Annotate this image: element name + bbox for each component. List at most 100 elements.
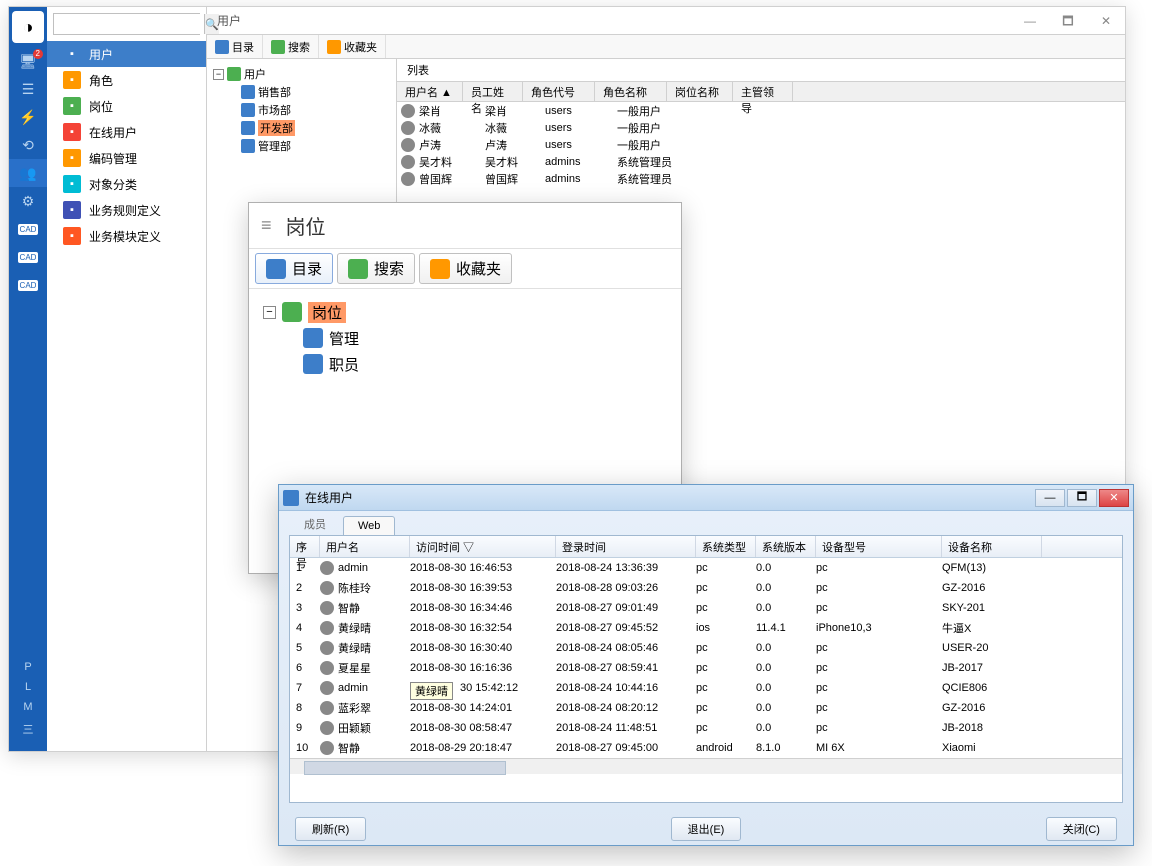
max-button[interactable]: 🗖: [1067, 489, 1097, 507]
icon-bar-gear-icon[interactable]: ⚙: [9, 187, 47, 215]
tree-child-1[interactable]: 市场部: [213, 101, 390, 119]
tree-child-0[interactable]: 销售部: [213, 83, 390, 101]
collapse-icon[interactable]: −: [213, 69, 224, 80]
person-icon: [320, 741, 334, 755]
toolbar-favorites[interactable]: 收藏夹: [319, 35, 386, 58]
online-col-3[interactable]: 登录时间: [556, 536, 696, 557]
list-col-1[interactable]: 员工姓名: [463, 82, 523, 101]
icon-bar-letter-l[interactable]: L: [9, 677, 47, 697]
position-tab-directory[interactable]: 目录: [255, 253, 333, 284]
online-row[interactable]: 9田颖颖2018-08-30 08:58:472018-08-24 11:48:…: [290, 718, 1122, 738]
online-row[interactable]: 7admin黄绿晴30 15:42:122018-08-24 10:44:16p…: [290, 678, 1122, 698]
online-row[interactable]: 2陈桂玲2018-08-30 16:39:532018-08-28 09:03:…: [290, 578, 1122, 598]
person-icon: [401, 121, 415, 135]
list-col-5[interactable]: 主管领导: [733, 82, 793, 101]
icon-bar: ◑ 🖥2 ☰ ⚡ ⟲ 👥 ⚙ CAD CAD CAD P L M 三: [9, 7, 47, 751]
nav-item-2[interactable]: ▪岗位: [47, 93, 206, 119]
online-row[interactable]: 1admin2018-08-30 16:46:532018-08-24 13:3…: [290, 558, 1122, 578]
list-row[interactable]: 冰薇冰薇users一般用户: [397, 119, 1125, 136]
online-col-2[interactable]: 访问时间 ▽: [410, 536, 556, 557]
online-col-5[interactable]: 系统版本: [756, 536, 816, 557]
icon-bar-cad3-icon[interactable]: CAD: [9, 271, 47, 299]
nav-item-1[interactable]: ▪角色: [47, 67, 206, 93]
list-col-4[interactable]: 岗位名称: [667, 82, 733, 101]
nav-panel: 🔍 ▪用户▪角色▪岗位▪在线用户▪编码管理▪对象分类▪业务规则定义▪业务模块定义: [47, 7, 207, 751]
position-tree-child-2[interactable]: 职员: [263, 351, 667, 377]
online-tab-web[interactable]: Web: [343, 516, 395, 535]
nav-item-7[interactable]: ▪业务模块定义: [47, 223, 206, 249]
list-row[interactable]: 卢涛卢涛users一般用户: [397, 136, 1125, 153]
position-tree-child-1[interactable]: 管理: [263, 325, 667, 351]
list-tab[interactable]: 列表: [397, 59, 1125, 82]
nav-icon: ▪: [63, 45, 81, 63]
online-col-0[interactable]: 序号: [290, 536, 320, 557]
horizontal-scrollbar[interactable]: [290, 758, 1122, 774]
person-icon: [320, 561, 334, 575]
search-icon: [271, 40, 285, 54]
online-col-1[interactable]: 用户名: [320, 536, 410, 557]
tree-root[interactable]: −用户: [213, 65, 390, 83]
person-icon: [320, 721, 334, 735]
app-icon: [283, 490, 299, 506]
online-col-7[interactable]: 设备名称: [942, 536, 1042, 557]
position-tab-search[interactable]: 搜索: [337, 253, 415, 284]
close-button[interactable]: 关闭(C): [1046, 817, 1117, 841]
nav-item-3[interactable]: ▪在线用户: [47, 119, 206, 145]
list-col-3[interactable]: 角色名称: [595, 82, 667, 101]
toolbar-search[interactable]: 搜索: [263, 35, 319, 58]
online-col-4[interactable]: 系统类型: [696, 536, 756, 557]
search-input[interactable]: [54, 14, 204, 34]
icon-bar-item-3[interactable]: ⚡: [9, 103, 47, 131]
close-button[interactable]: ✕: [1099, 489, 1129, 507]
icon-bar-letter-menu[interactable]: 三: [9, 717, 47, 741]
online-tabs: 成员 Web: [279, 511, 1133, 535]
group-icon: [241, 121, 255, 135]
position-tree-root[interactable]: −岗位: [263, 299, 667, 325]
position-tab-favorites[interactable]: 收藏夹: [419, 253, 512, 284]
tree-child-2[interactable]: 开发部: [213, 119, 390, 137]
icon-bar-cad1-icon[interactable]: CAD: [9, 215, 47, 243]
online-row[interactable]: 4黄绿晴2018-08-30 16:32:542018-08-27 09:45:…: [290, 618, 1122, 638]
folder-icon: [227, 67, 241, 81]
min-button[interactable]: —: [1011, 7, 1049, 34]
nav-item-5[interactable]: ▪对象分类: [47, 171, 206, 197]
min-button[interactable]: —: [1035, 489, 1065, 507]
magnifier-icon: [348, 259, 368, 279]
list-row[interactable]: 吴才料吴才料admins系统管理员: [397, 153, 1125, 170]
refresh-button[interactable]: 刷新(R): [295, 817, 366, 841]
icon-bar-cad2-icon[interactable]: CAD: [9, 243, 47, 271]
icon-bar-letter-m[interactable]: M: [9, 697, 47, 717]
list-row[interactable]: 梁肖梁肖users一般用户: [397, 102, 1125, 119]
nav-item-4[interactable]: ▪编码管理: [47, 145, 206, 171]
toolbar-directory[interactable]: 目录: [207, 35, 263, 58]
online-row[interactable]: 6夏星星2018-08-30 16:16:362018-08-27 08:59:…: [290, 658, 1122, 678]
list-row[interactable]: 曾国辉曾国辉admins系统管理员: [397, 170, 1125, 187]
directory-icon: [215, 40, 229, 54]
icon-bar-item-4[interactable]: ⟲: [9, 131, 47, 159]
max-button[interactable]: 🗖: [1049, 7, 1087, 34]
icon-bar-bottom: P L M 三: [9, 657, 47, 741]
nav-item-0[interactable]: ▪用户: [47, 41, 206, 67]
icon-bar-letter-p[interactable]: P: [9, 657, 47, 677]
online-tab-members[interactable]: 成员: [289, 512, 341, 535]
icon-bar-users-icon[interactable]: 👥: [9, 159, 47, 187]
online-row[interactable]: 3智静2018-08-30 16:34:462018-08-27 09:01:4…: [290, 598, 1122, 618]
online-row[interactable]: 8蓝彩翠2018-08-30 14:24:012018-08-24 08:20:…: [290, 698, 1122, 718]
exit-button[interactable]: 退出(E): [671, 817, 742, 841]
list-col-0[interactable]: 用户名 ▲: [397, 82, 463, 101]
person-icon: [320, 681, 334, 695]
hamburger-icon[interactable]: ≡: [261, 215, 272, 236]
online-row[interactable]: 5黄绿晴2018-08-30 16:30:402018-08-24 08:05:…: [290, 638, 1122, 658]
person-icon: [401, 138, 415, 152]
close-button[interactable]: ✕: [1087, 7, 1125, 34]
tree-child-3[interactable]: 管理部: [213, 137, 390, 155]
nav-item-6[interactable]: ▪业务规则定义: [47, 197, 206, 223]
list-col-2[interactable]: 角色代号: [523, 82, 595, 101]
online-row[interactable]: 10智静2018-08-29 20:18:472018-08-27 09:45:…: [290, 738, 1122, 758]
icon-bar-item-2[interactable]: ☰: [9, 75, 47, 103]
collapse-icon[interactable]: −: [263, 306, 276, 319]
window-controls: — 🗖 ✕: [1011, 7, 1125, 34]
online-col-6[interactable]: 设备型号: [816, 536, 942, 557]
person-icon: [320, 621, 334, 635]
icon-bar-monitor-icon[interactable]: 🖥2: [9, 47, 47, 75]
